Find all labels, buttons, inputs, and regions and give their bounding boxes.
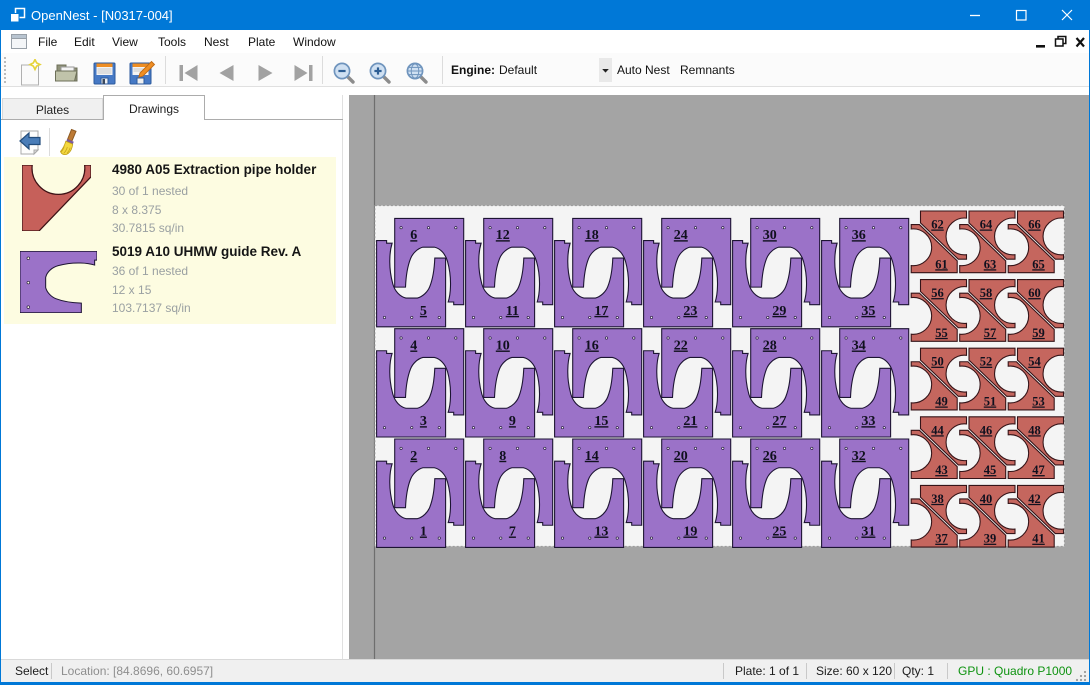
svg-text:45: 45 — [984, 463, 997, 477]
svg-text:26: 26 — [763, 449, 777, 464]
svg-text:52: 52 — [980, 355, 993, 369]
svg-text:35: 35 — [861, 304, 875, 319]
svg-text:51: 51 — [984, 395, 997, 409]
svg-text:56: 56 — [931, 286, 944, 300]
svg-text:15: 15 — [594, 414, 608, 429]
svg-text:18: 18 — [585, 228, 599, 243]
svg-text:46: 46 — [980, 423, 993, 437]
svg-text:31: 31 — [861, 525, 875, 540]
svg-text:39: 39 — [984, 532, 997, 546]
svg-text:6: 6 — [410, 228, 417, 243]
svg-text:44: 44 — [931, 423, 944, 437]
svg-text:65: 65 — [1032, 257, 1045, 271]
svg-text:4: 4 — [410, 339, 417, 354]
svg-text:10: 10 — [496, 339, 510, 354]
svg-text:47: 47 — [1032, 463, 1045, 477]
svg-text:3: 3 — [420, 414, 427, 429]
svg-text:55: 55 — [935, 326, 948, 340]
svg-text:54: 54 — [1028, 355, 1041, 369]
svg-text:14: 14 — [585, 449, 599, 464]
svg-text:58: 58 — [980, 286, 993, 300]
svg-text:60: 60 — [1028, 286, 1041, 300]
svg-text:9: 9 — [509, 414, 516, 429]
svg-text:37: 37 — [935, 532, 948, 546]
svg-text:43: 43 — [935, 463, 948, 477]
svg-text:32: 32 — [852, 449, 866, 464]
svg-text:38: 38 — [931, 492, 944, 506]
svg-text:27: 27 — [772, 414, 786, 429]
svg-text:12: 12 — [496, 228, 510, 243]
svg-text:28: 28 — [763, 339, 777, 354]
svg-text:63: 63 — [984, 257, 997, 271]
svg-text:24: 24 — [674, 228, 688, 243]
svg-text:50: 50 — [931, 355, 944, 369]
svg-text:42: 42 — [1028, 492, 1041, 506]
svg-text:16: 16 — [585, 339, 599, 354]
svg-text:41: 41 — [1032, 532, 1045, 546]
svg-text:29: 29 — [772, 304, 786, 319]
svg-text:20: 20 — [674, 449, 688, 464]
svg-text:22: 22 — [674, 339, 688, 354]
svg-text:57: 57 — [984, 326, 997, 340]
svg-text:11: 11 — [506, 304, 519, 319]
svg-text:13: 13 — [594, 525, 608, 540]
svg-text:48: 48 — [1028, 423, 1041, 437]
svg-text:25: 25 — [772, 525, 786, 540]
svg-text:34: 34 — [852, 339, 866, 354]
svg-text:62: 62 — [931, 218, 944, 232]
svg-text:36: 36 — [852, 228, 866, 243]
svg-text:19: 19 — [683, 525, 697, 540]
svg-text:49: 49 — [935, 395, 948, 409]
svg-text:7: 7 — [509, 525, 516, 540]
svg-text:59: 59 — [1032, 326, 1045, 340]
svg-text:61: 61 — [935, 257, 948, 271]
svg-text:53: 53 — [1032, 395, 1045, 409]
svg-text:23: 23 — [683, 304, 697, 319]
svg-text:21: 21 — [683, 414, 697, 429]
svg-text:64: 64 — [980, 218, 993, 232]
svg-text:33: 33 — [861, 414, 875, 429]
svg-text:30: 30 — [763, 228, 777, 243]
svg-text:66: 66 — [1028, 218, 1041, 232]
svg-text:40: 40 — [980, 492, 993, 506]
svg-text:5: 5 — [420, 304, 427, 319]
svg-text:8: 8 — [499, 449, 506, 464]
svg-text:2: 2 — [410, 449, 417, 464]
svg-text:17: 17 — [594, 304, 608, 319]
svg-text:1: 1 — [420, 525, 427, 540]
